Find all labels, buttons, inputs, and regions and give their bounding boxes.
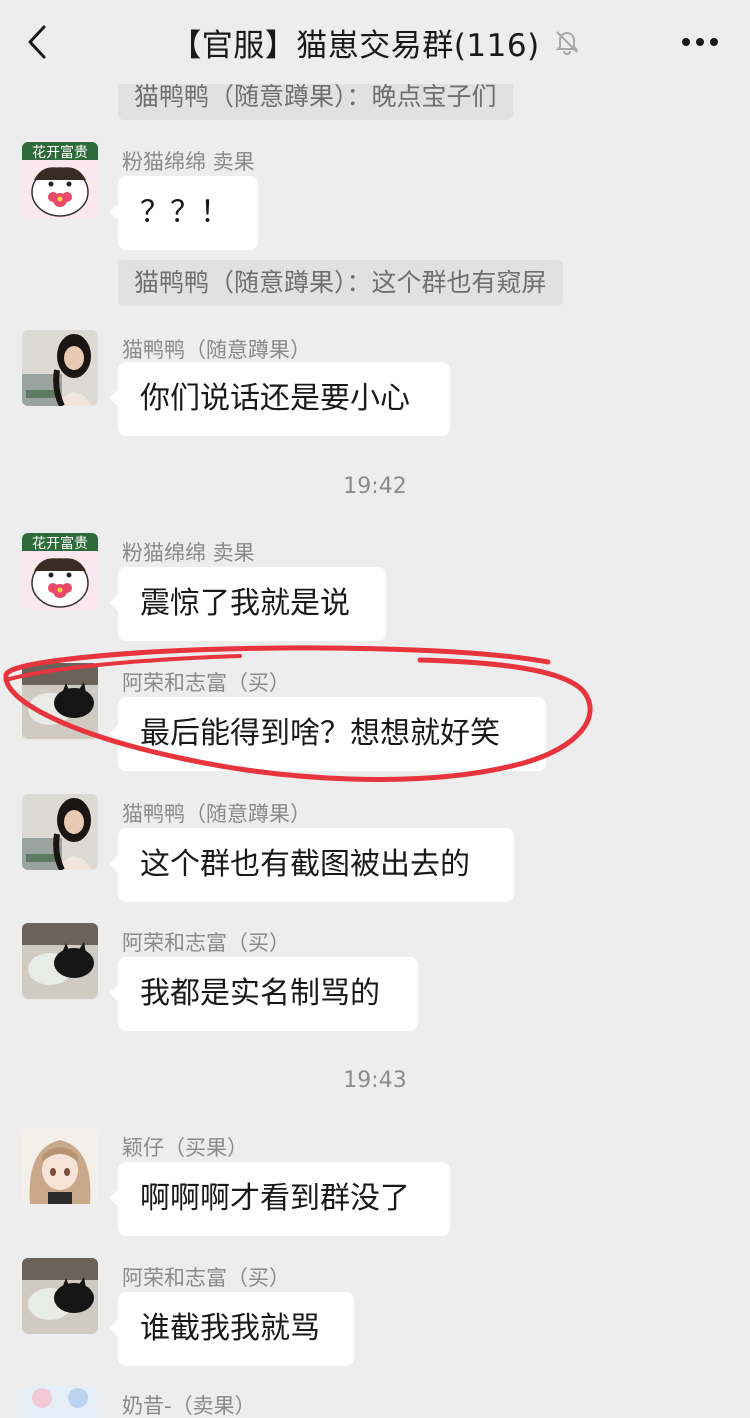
sender-name: 阿荣和志富（买） xyxy=(122,1266,290,1290)
sender-name: 奶昔-（卖果） xyxy=(122,1394,256,1418)
message-bubble[interactable]: 震惊了我就是说 xyxy=(109,567,386,641)
chevron-left-icon[interactable] xyxy=(24,24,52,60)
girl-photo-image xyxy=(22,330,98,406)
sender-name: 猫鸭鸭（随意蹲果） xyxy=(122,802,311,826)
flower-sticker-image: 花开富贵 xyxy=(22,533,98,609)
girl-photo-image xyxy=(22,794,98,870)
message-bubble[interactable]: 我都是实名制骂的 xyxy=(109,957,418,1031)
svg-text:花开富贵: 花开富贵 xyxy=(32,144,88,161)
chat-title[interactable]: 【官服】猫崽交易群(116) xyxy=(170,20,539,65)
anime-avatar-image xyxy=(22,1386,98,1418)
cats-photo-image xyxy=(22,663,98,739)
sender-name: 阿荣和志富（买） xyxy=(122,671,290,695)
timestamp: 19:43 xyxy=(343,1068,407,1093)
message-bubble[interactable]: 最后能得到啥？想想就好笑 xyxy=(109,697,546,771)
girl-photo-avatar[interactable] xyxy=(22,794,98,870)
svg-text:花开富贵: 花开富贵 xyxy=(32,535,88,552)
title-wrap: 【官服】猫崽交易群(116) xyxy=(170,20,579,65)
system-message: 猫鸭鸭（随意蹲果）：这个群也有窥屏 xyxy=(118,260,563,306)
girl-photo-avatar[interactable] xyxy=(22,330,98,406)
chat-header: 【官服】猫崽交易群(116) xyxy=(0,0,750,84)
message-bubble[interactable]: ？？！ xyxy=(109,176,258,250)
timestamp: 19:42 xyxy=(343,474,407,499)
sender-name: 颖仔（买果） xyxy=(122,1136,248,1160)
anime-avatar[interactable] xyxy=(22,1386,98,1418)
sender-name: 粉猫绵绵 卖果 xyxy=(122,150,255,174)
cats-photo-avatar[interactable] xyxy=(22,1258,98,1334)
message-bubble[interactable]: 啊啊啊才看到群没了 xyxy=(109,1162,450,1236)
flower-sticker-avatar[interactable]: 花开富贵 xyxy=(22,142,98,218)
cats-photo-avatar[interactable] xyxy=(22,923,98,999)
message-bubble[interactable]: 这个群也有截图被出去的 xyxy=(109,828,514,902)
more-horizontal-icon[interactable] xyxy=(680,36,720,48)
message-bubble[interactable]: 谁截我我就骂 xyxy=(109,1292,354,1366)
sender-name: 猫鸭鸭（随意蹲果） xyxy=(122,338,311,362)
anime-girl-image xyxy=(22,1128,98,1204)
message-bubble[interactable]: 你们说话还是要小心 xyxy=(109,362,450,436)
flower-sticker-image: 花开富贵 xyxy=(22,142,98,218)
cats-photo-image xyxy=(22,1258,98,1334)
flower-sticker-avatar[interactable]: 花开富贵 xyxy=(22,533,98,609)
bell-off-icon xyxy=(555,31,579,55)
cats-photo-avatar[interactable] xyxy=(22,663,98,739)
cats-photo-image xyxy=(22,923,98,999)
sender-name: 阿荣和志富（买） xyxy=(122,931,290,955)
sender-name: 粉猫绵绵 卖果 xyxy=(122,541,255,565)
anime-girl-avatar[interactable] xyxy=(22,1128,98,1204)
